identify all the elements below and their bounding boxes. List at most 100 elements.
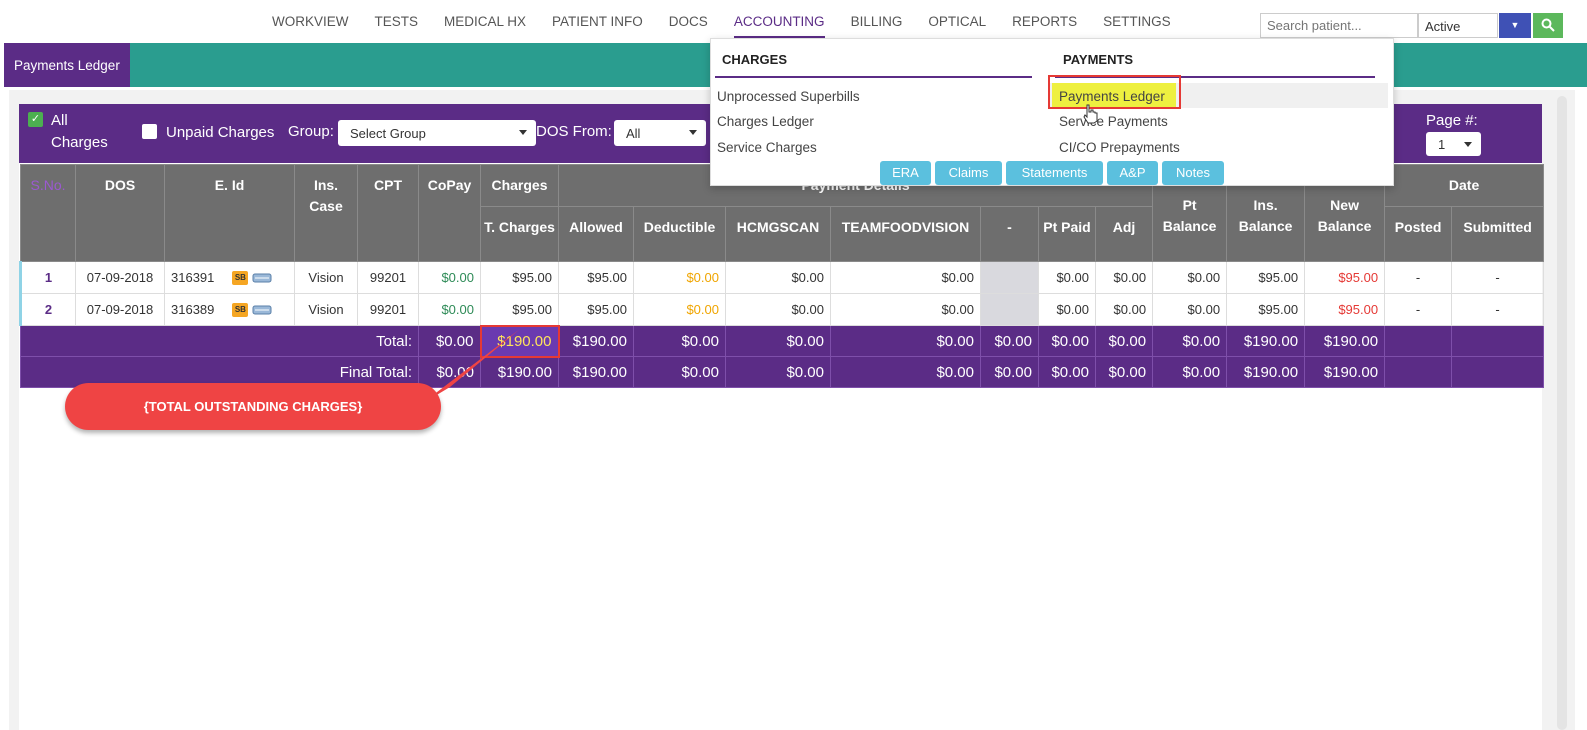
- final-adj: $0.00: [1094, 356, 1154, 388]
- cell-deductible: $0.00: [633, 293, 726, 326]
- table-row[interactable]: 2 07-09-2018 316389 SB Vision 99201 $0.00…: [19, 293, 1545, 326]
- notes-button[interactable]: Notes: [1162, 161, 1224, 185]
- nav-billing[interactable]: BILLING: [851, 14, 903, 38]
- nav-workview[interactable]: WORKVIEW: [272, 14, 349, 38]
- unpaid-charges-checkbox[interactable]: [142, 124, 157, 139]
- col-posted[interactable]: Posted: [1384, 206, 1453, 262]
- total-pt-paid: $0.00: [1038, 325, 1096, 357]
- col-hcmgscan[interactable]: HCMGSCAN: [725, 206, 831, 262]
- cell-pt-balance: $0.00: [1152, 293, 1228, 326]
- dos-from-select[interactable]: All: [614, 120, 706, 146]
- menu-payments-ledger[interactable]: Payments Ledger: [1059, 89, 1165, 104]
- cell-posted: -: [1384, 261, 1453, 294]
- cell-eid: 316389 SB: [164, 293, 295, 326]
- claims-button[interactable]: Claims: [935, 161, 1002, 185]
- col-teamfoodvision[interactable]: TEAMFOODVISION: [830, 206, 981, 262]
- final-pt-paid: $0.00: [1038, 356, 1096, 388]
- patient-search-input[interactable]: [1260, 13, 1418, 38]
- total-outstanding-callout: {TOTAL OUTSTANDING CHARGES}: [65, 383, 441, 430]
- total-dash: $0.00: [980, 325, 1039, 357]
- final-ins-balance: $190.00: [1226, 356, 1306, 388]
- col-eid[interactable]: E. Id: [164, 164, 295, 262]
- cell-pt-paid: $0.00: [1038, 293, 1096, 326]
- col-submitted[interactable]: Submitted: [1451, 206, 1545, 262]
- vertical-scrollbar[interactable]: [1557, 96, 1567, 730]
- cell-dash: [980, 261, 1039, 294]
- col-dos[interactable]: DOS: [75, 164, 165, 262]
- nav-patient-info[interactable]: PATIENT INFO: [552, 14, 643, 38]
- total-submitted: [1451, 325, 1545, 357]
- col-adj[interactable]: Adj: [1094, 206, 1154, 262]
- menu-service-payments[interactable]: Service Payments: [1059, 114, 1168, 129]
- all-charges-label-2: Charges: [51, 134, 108, 151]
- cell-submitted: -: [1451, 261, 1545, 294]
- nav-settings[interactable]: SETTINGS: [1103, 14, 1171, 38]
- card-icon[interactable]: [252, 304, 272, 316]
- col-deductible[interactable]: Deductible: [633, 206, 726, 262]
- col-sno[interactable]: S.No.: [20, 164, 76, 262]
- total-label: Total:: [20, 325, 419, 357]
- final-posted: [1384, 356, 1453, 388]
- cell-sno[interactable]: 2: [19, 293, 76, 326]
- nav-reports[interactable]: REPORTS: [1012, 14, 1077, 38]
- col-t-charges[interactable]: T. Charges: [480, 206, 559, 262]
- total-adj: $0.00: [1094, 325, 1154, 357]
- era-button[interactable]: ERA: [880, 161, 931, 185]
- nav-medical-hx[interactable]: MEDICAL HX: [444, 14, 526, 38]
- tab-payments-ledger[interactable]: Payments Ledger: [4, 43, 130, 87]
- nav-tests[interactable]: TESTS: [375, 14, 419, 38]
- cell-copay: $0.00: [418, 293, 481, 326]
- cell-adj: $0.00: [1094, 293, 1154, 326]
- col-date: Date: [1384, 164, 1545, 207]
- col-ins-case[interactable]: Ins. Case: [294, 164, 358, 262]
- total-row: Total: $0.00 $190.00 $190.00 $0.00 $0.00…: [20, 324, 1545, 358]
- cell-hcmgscan: $0.00: [725, 293, 831, 326]
- nav-accounting[interactable]: ACCOUNTING: [733, 14, 825, 38]
- menu-service-charges[interactable]: Service Charges: [717, 140, 817, 155]
- cell-ins-balance: $95.00: [1226, 261, 1306, 294]
- status-select[interactable]: Active: [1418, 13, 1498, 38]
- menu-ci-co-prepayments[interactable]: CI/CO Prepayments: [1059, 140, 1180, 155]
- encounter-id[interactable]: 316389: [171, 302, 214, 317]
- search-icon: [1541, 18, 1555, 32]
- page-number-value: 1: [1438, 137, 1446, 152]
- caret-down-icon: [519, 130, 527, 135]
- statements-button[interactable]: Statements: [1006, 161, 1103, 185]
- cell-pt-balance: $0.00: [1152, 261, 1228, 294]
- table-row[interactable]: 1 07-09-2018 316391 SB Vision 99201 $0.00…: [19, 261, 1545, 294]
- menu-charges-ledger[interactable]: Charges Ledger: [717, 114, 814, 129]
- nav-docs[interactable]: DOCS: [669, 14, 708, 38]
- final-pt-balance: $0.00: [1152, 356, 1228, 388]
- col-cpt[interactable]: CPT: [357, 164, 419, 262]
- group-select[interactable]: Select Group: [338, 120, 536, 146]
- col-dash[interactable]: -: [980, 206, 1039, 262]
- dos-from-label: DOS From:: [536, 123, 612, 140]
- hand-cursor-icon: [1083, 104, 1098, 124]
- col-pt-paid[interactable]: Pt Paid: [1038, 206, 1096, 262]
- final-dash: $0.00: [980, 356, 1039, 388]
- card-icon[interactable]: [252, 272, 272, 284]
- nav-optical[interactable]: OPTICAL: [928, 14, 986, 38]
- cell-sno[interactable]: 1: [19, 261, 76, 294]
- search-button[interactable]: [1533, 13, 1563, 38]
- col-copay[interactable]: CoPay: [418, 164, 481, 262]
- all-charges-checkbox[interactable]: ✓: [28, 112, 43, 127]
- cell-cpt: 99201: [357, 293, 419, 326]
- menu-unprocessed-superbills[interactable]: Unprocessed Superbills: [717, 89, 860, 104]
- final-new-balance: $190.00: [1304, 356, 1386, 388]
- cell-cpt: 99201: [357, 261, 419, 294]
- cell-new-balance: $95.00: [1304, 261, 1386, 294]
- cell-new-balance: $95.00: [1304, 293, 1386, 326]
- a-and-p-button[interactable]: A&P: [1107, 161, 1158, 185]
- superbill-badge[interactable]: SB: [232, 271, 249, 286]
- final-deductible: $0.00: [633, 356, 726, 388]
- encounter-id[interactable]: 316391: [171, 270, 214, 285]
- superbill-badge[interactable]: SB: [232, 303, 249, 318]
- status-dropdown-button[interactable]: ▼: [1499, 13, 1531, 38]
- cell-hcmgscan: $0.00: [725, 261, 831, 294]
- col-allowed[interactable]: Allowed: [558, 206, 634, 262]
- main-menu: WORKVIEW TESTS MEDICAL HX PATIENT INFO D…: [272, 14, 1197, 38]
- cell-eid: 316391 SB: [164, 261, 295, 294]
- page-number-select[interactable]: 1: [1426, 132, 1481, 156]
- total-ins-balance: $190.00: [1226, 325, 1306, 357]
